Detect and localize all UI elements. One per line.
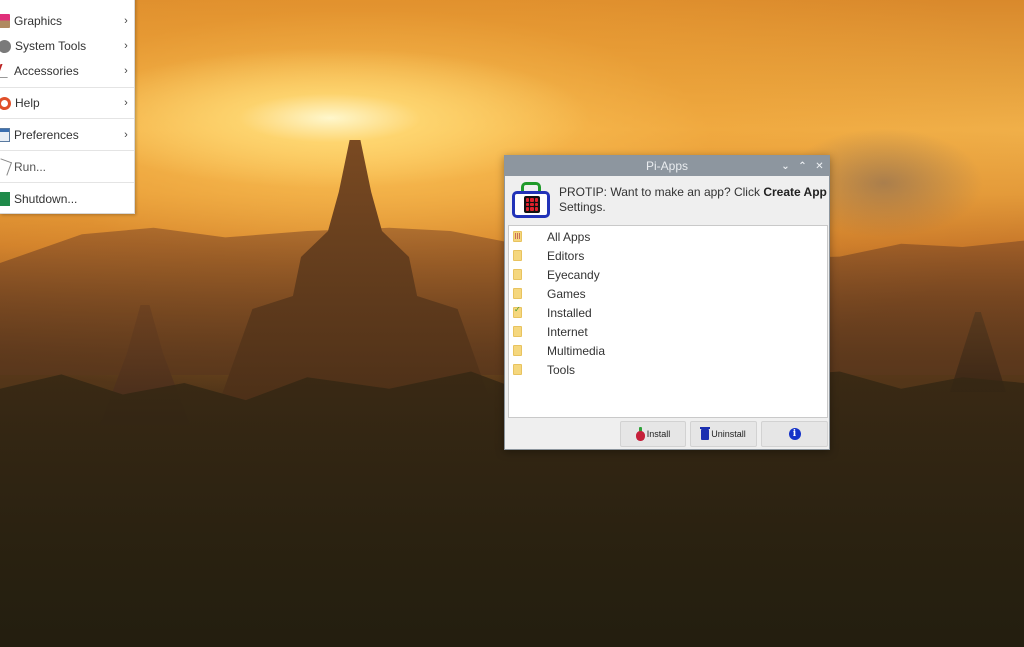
folder-icon	[513, 269, 522, 280]
all-apps-icon	[513, 231, 522, 242]
category-label: Editors	[547, 248, 585, 263]
category-label: Eyecandy	[547, 267, 600, 282]
category-installed[interactable]: Installed	[509, 303, 827, 322]
category-games[interactable]: Games	[509, 284, 827, 303]
preferences-icon	[0, 128, 10, 142]
pi-apps-logo-icon	[511, 181, 551, 219]
folder-icon	[513, 288, 522, 299]
help-icon	[0, 96, 11, 110]
category-label: Games	[547, 286, 586, 301]
menu-separator	[0, 182, 134, 183]
wallpaper-temple-right	[950, 312, 1006, 392]
minimize-button[interactable]: ⌄	[780, 161, 791, 172]
info-button[interactable]: i	[761, 421, 828, 447]
category-tools[interactable]: Tools	[509, 360, 827, 379]
system-tools-icon	[0, 39, 11, 53]
category-editors[interactable]: Editors	[509, 246, 827, 265]
category-list[interactable]: All Apps Editors Eyecandy Games Installe…	[508, 225, 828, 418]
installed-folder-icon	[513, 305, 522, 318]
menu-item-label: Preferences	[14, 128, 79, 142]
menu-item-label: Accessories	[14, 64, 79, 78]
menu-item-label: Help	[15, 96, 40, 110]
uninstall-button[interactable]: Uninstall	[690, 421, 757, 447]
menu-separator	[0, 118, 134, 119]
menu-item-label: Graphics	[14, 14, 63, 28]
category-multimedia[interactable]: Multimedia	[509, 341, 827, 360]
category-internet[interactable]: Internet	[509, 322, 827, 341]
uninstall-label: Uninstall	[711, 429, 746, 439]
category-eyecandy[interactable]: Eyecandy	[509, 265, 827, 284]
folder-icon	[513, 326, 522, 337]
chevron-right-icon: ›	[124, 40, 128, 52]
folder-icon	[513, 250, 522, 261]
raspberry-icon	[635, 427, 645, 441]
folder-icon	[513, 364, 522, 375]
menu-item-preferences[interactable]: Preferences ›	[0, 123, 134, 147]
category-label: Multimedia	[547, 343, 606, 358]
menu-item-system-tools[interactable]: System Tools ›	[0, 34, 134, 58]
info-icon: i	[788, 428, 801, 440]
pi-apps-window: Pi-Apps ⌄ ⌃ ✕ PROTIP: Want to make an ap…	[504, 155, 830, 450]
chevron-right-icon: ›	[124, 15, 128, 27]
protip-banner: PROTIP: Want to make an app? Click Creat…	[505, 176, 829, 224]
category-label: All Apps	[547, 229, 591, 244]
shutdown-icon	[0, 192, 10, 206]
wallpaper-temple-main	[220, 140, 490, 400]
accessories-icon	[0, 64, 13, 78]
install-label: Install	[646, 429, 671, 439]
protip-text: PROTIP: Want to make an app? Click Creat…	[559, 185, 827, 215]
menu-separator	[0, 87, 134, 88]
category-label: Internet	[547, 324, 588, 339]
install-button[interactable]: Install	[620, 421, 686, 447]
category-label: Installed	[547, 305, 592, 320]
chevron-right-icon: ›	[124, 65, 128, 77]
close-button[interactable]: ✕	[814, 161, 825, 172]
run-icon	[0, 158, 13, 176]
protip-suffix: Settings.	[559, 200, 606, 214]
folder-icon	[513, 345, 522, 356]
trash-icon	[700, 426, 711, 440]
protip-create-app: Create App	[763, 185, 827, 199]
maximize-button[interactable]: ⌃	[797, 161, 808, 172]
menu-item-label: Shutdown...	[14, 192, 78, 206]
category-all-apps[interactable]: All Apps	[509, 227, 827, 246]
menu-item-accessories[interactable]: Accessories ›	[0, 59, 134, 83]
category-label: Tools	[547, 362, 576, 377]
chevron-right-icon: ›	[124, 129, 128, 141]
menu-item-graphics[interactable]: Graphics ›	[0, 9, 134, 33]
graphics-icon	[0, 14, 10, 28]
window-title: Pi-Apps	[645, 159, 689, 173]
chevron-right-icon: ›	[124, 97, 128, 109]
protip-prefix: PROTIP: Want to make an app? Click	[559, 185, 764, 199]
window-titlebar[interactable]: Pi-Apps ⌄ ⌃ ✕	[505, 156, 829, 176]
menu-separator	[0, 150, 134, 151]
menu-item-label: Run...	[14, 160, 47, 174]
menu-item-help[interactable]: Help ›	[0, 91, 134, 115]
action-buttons: Install Uninstall i	[620, 421, 828, 447]
menu-item-run[interactable]: Run...	[0, 155, 134, 179]
application-menu: Graphics › System Tools › Accessories › …	[0, 0, 135, 214]
window-controls: ⌄ ⌃ ✕	[780, 156, 825, 176]
menu-item-shutdown[interactable]: Shutdown...	[0, 187, 134, 211]
wallpaper-temple-left	[100, 305, 190, 425]
menu-item-label: System Tools	[15, 39, 87, 53]
